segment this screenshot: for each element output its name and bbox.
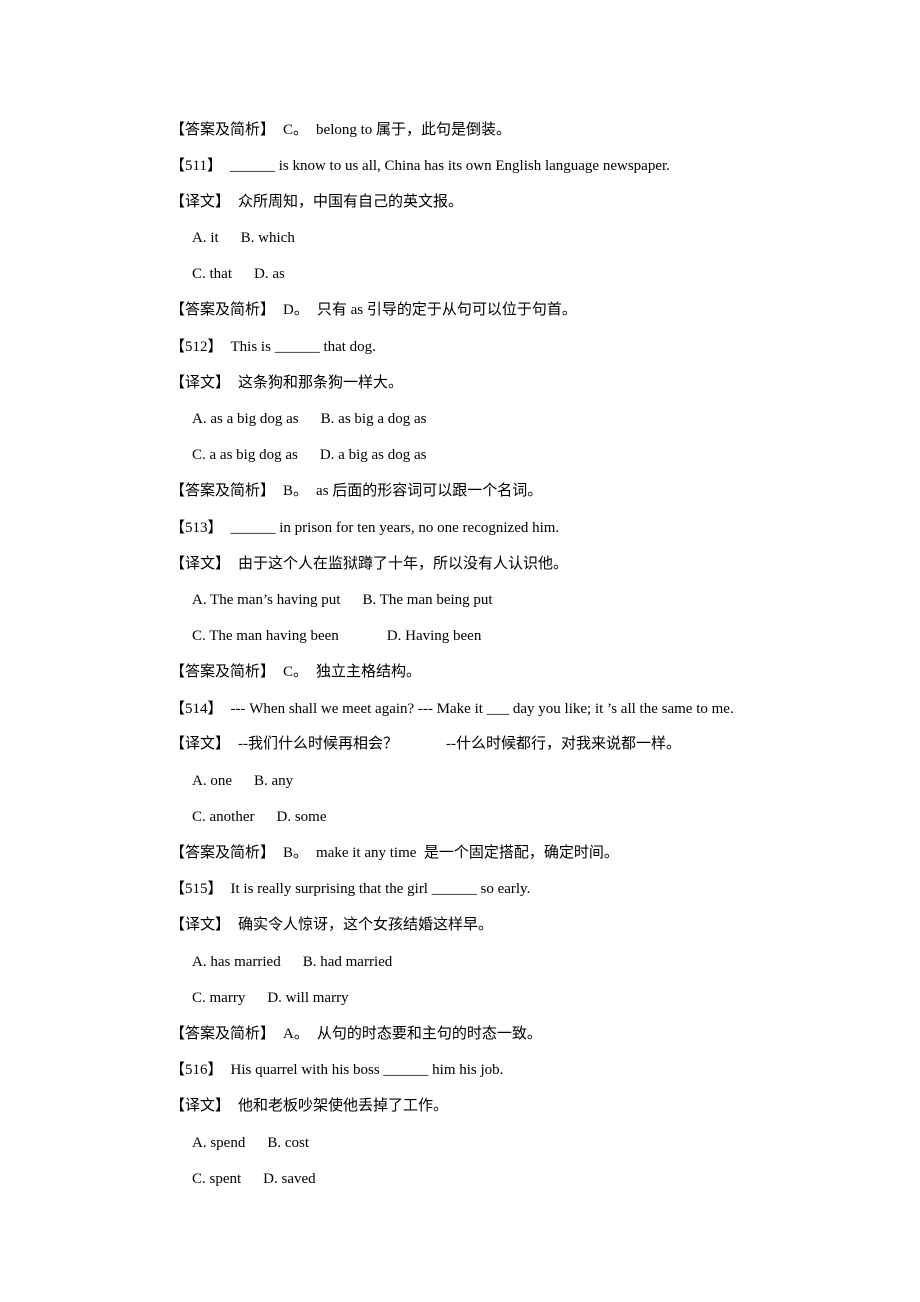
answer-line: 【答案及简析】 C。 独立主格结构。 — [170, 662, 421, 682]
answer-explanation: belong to 属于，此句是倒装。 — [316, 122, 512, 138]
question-516: 【516】 His quarrel with his boss ______ hi… — [170, 1060, 503, 1080]
question-515: 【515】 It is really surprising that the gi… — [170, 879, 530, 899]
option-d: D. as — [254, 266, 285, 282]
question-number: 【511】 — [170, 158, 222, 174]
options-row: A. it B. which — [192, 228, 295, 248]
option-b: B. which — [240, 230, 295, 246]
question-text: It is really surprising that the girl __… — [230, 881, 531, 897]
answer-choice: A。 — [283, 1026, 309, 1042]
document-page: 【答案及简析】 C。 belong to 属于，此句是倒装。 【511】 ______… — [0, 0, 920, 1302]
translation-text: --我们什么时候再相会？ — [238, 736, 399, 752]
option-b: B. any — [254, 773, 294, 789]
translation-line: 【译文】 由于这个人在监狱蹲了十年，所以没有人认识他。 — [170, 554, 568, 574]
translation-line: 【译文】 确实令人惊讶，这个女孩结婚这样早。 — [170, 915, 493, 935]
option-b: B. cost — [267, 1135, 309, 1151]
translation-line: 【译文】 他和老板吵架使他丢掉了工作。 — [170, 1096, 448, 1116]
answer-choice: B。 — [283, 845, 309, 861]
option-a: A. The man’s having put — [192, 592, 341, 608]
question-number: 【516】 — [170, 1062, 223, 1078]
answer-label: 【答案及简析】 — [170, 1026, 276, 1042]
translation-text-2: --什么时候都行，对我来说都一样。 — [446, 736, 682, 752]
option-b: B. had married — [302, 954, 393, 970]
answer-label: 【答案及简析】 — [170, 845, 276, 861]
question-514: 【514】 --- When shall we meet again? --- M… — [170, 699, 734, 719]
answer-explanation: 从句的时态要和主句的时态一致。 — [316, 1026, 542, 1042]
options-row: A. as a big dog as B. as big a dog as — [192, 409, 426, 429]
translation-label: 【译文】 — [170, 375, 231, 391]
answer-label: 【答案及简析】 — [170, 302, 276, 318]
answer-line: 【答案及简析】 C。 belong to 属于，此句是倒装。 — [170, 120, 511, 140]
option-d: D. saved — [263, 1171, 316, 1187]
options-row: C. spent D. saved — [192, 1169, 316, 1189]
option-d: D. Having been — [386, 628, 482, 644]
answer-explanation: as 后面的形容词可以跟一个名词。 — [316, 483, 543, 499]
question-513: 【513】 ______ in prison for ten years, no … — [170, 518, 559, 538]
options-row: A. spend B. cost — [192, 1133, 309, 1153]
option-b: B. as big a dog as — [320, 411, 427, 427]
question-number: 【515】 — [170, 881, 223, 897]
translation-label: 【译文】 — [170, 917, 231, 933]
question-511: 【511】 ______ is know to us all, China has… — [170, 156, 670, 176]
option-b: B. The man being put — [362, 592, 493, 608]
answer-explanation: 只有 as 引导的定于从句可以位于句首。 — [316, 302, 577, 318]
answer-choice: C。 — [283, 122, 309, 138]
answer-line: 【答案及简析】 B。 as 后面的形容词可以跟一个名词。 — [170, 481, 542, 501]
question-number: 【513】 — [170, 520, 223, 536]
options-row: A. The man’s having put B. The man being … — [192, 590, 493, 610]
translation-text: 他和老板吵架使他丢掉了工作。 — [238, 1098, 449, 1114]
option-d: D. some — [276, 809, 327, 825]
question-512: 【512】 This is ______ that dog. — [170, 337, 376, 357]
option-a: A. spend — [192, 1135, 246, 1151]
translation-text: 由于这个人在监狱蹲了十年，所以没有人认识他。 — [238, 556, 569, 572]
options-row: C. a as big dog as D. a big as dog as — [192, 445, 426, 465]
options-row: C. The man having been D. Having been — [192, 626, 481, 646]
question-number: 【512】 — [170, 339, 223, 355]
answer-label: 【答案及简析】 — [170, 122, 276, 138]
question-text: ______ is know to us all, China has its … — [229, 158, 670, 174]
option-c: C. that — [192, 266, 232, 282]
question-text: --- When shall we meet again? --- Make i… — [230, 701, 734, 717]
option-c: C. The man having been — [192, 628, 339, 644]
answer-label: 【答案及简析】 — [170, 664, 276, 680]
answer-choice: D。 — [283, 302, 309, 318]
translation-line: 【译文】 这条狗和那条狗一样大。 — [170, 373, 403, 393]
translation-label: 【译文】 — [170, 194, 231, 210]
options-row: C. marry D. will marry — [192, 988, 349, 1008]
answer-label: 【答案及简析】 — [170, 483, 276, 499]
option-a: A. as a big dog as — [192, 411, 299, 427]
answer-line: 【答案及简析】 B。 make it any time 是一个固定搭配，确定时间。 — [170, 843, 619, 863]
option-c: C. marry — [192, 990, 246, 1006]
answer-choice: C。 — [283, 664, 309, 680]
option-a: A. one — [192, 773, 232, 789]
translation-line: 【译文】 众所周知，中国有自己的英文报。 — [170, 192, 463, 212]
options-row: C. another D. some — [192, 807, 326, 827]
options-row: C. that D. as — [192, 264, 285, 284]
question-number: 【514】 — [170, 701, 223, 717]
translation-text: 确实令人惊讶，这个女孩结婚这样早。 — [238, 917, 494, 933]
translation-line: 【译文】 --我们什么时候再相会？ --什么时候都行，对我来说都一样。 — [170, 734, 681, 754]
translation-text: 众所周知，中国有自己的英文报。 — [238, 194, 464, 210]
options-row: A. has married B. had married — [192, 952, 392, 972]
option-c: C. spent — [192, 1171, 242, 1187]
options-row: A. one B. any — [192, 771, 293, 791]
answer-line: 【答案及简析】 D。 只有 as 引导的定于从句可以位于句首。 — [170, 300, 577, 320]
translation-label: 【译文】 — [170, 556, 231, 572]
answer-choice: B。 — [283, 483, 309, 499]
option-d: D. a big as dog as — [319, 447, 427, 463]
question-text: ______ in prison for ten years, no one r… — [230, 520, 560, 536]
translation-text: 这条狗和那条狗一样大。 — [238, 375, 404, 391]
question-text: His quarrel with his boss ______ him his… — [230, 1062, 504, 1078]
translation-label: 【译文】 — [170, 736, 231, 752]
option-a: A. has married — [192, 954, 281, 970]
translation-label: 【译文】 — [170, 1098, 231, 1114]
question-text: This is ______ that dog. — [230, 339, 376, 355]
option-d: D. will marry — [267, 990, 349, 1006]
option-a: A. it — [192, 230, 219, 246]
answer-explanation: make it any time 是一个固定搭配，确定时间。 — [316, 845, 619, 861]
option-c: C. another — [192, 809, 255, 825]
answer-line: 【答案及简析】 A。 从句的时态要和主句的时态一致。 — [170, 1024, 542, 1044]
answer-explanation: 独立主格结构。 — [316, 664, 422, 680]
option-c: C. a as big dog as — [192, 447, 298, 463]
